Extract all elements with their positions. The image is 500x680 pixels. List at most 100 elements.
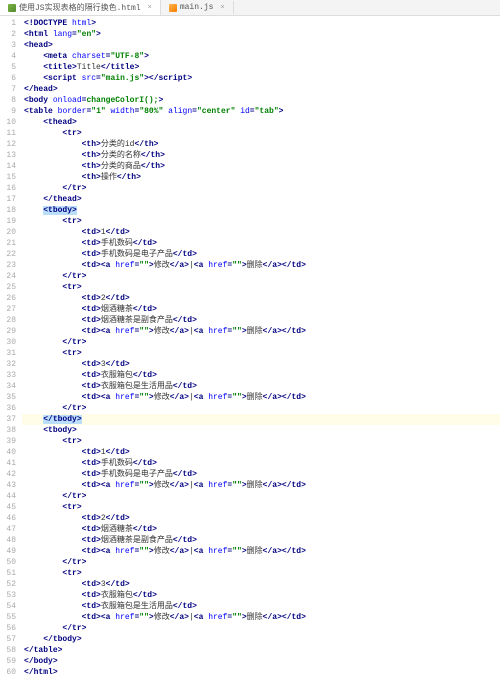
line-number: 19 — [2, 216, 16, 227]
line-number: 40 — [2, 447, 16, 458]
line-number: 33 — [2, 370, 16, 381]
code-line[interactable]: <td>烟酒糖茶是副食产品</td> — [22, 535, 500, 546]
code-line[interactable]: <tbody> — [22, 425, 500, 436]
code-line[interactable]: <!DOCTYPE html> — [22, 18, 500, 29]
code-line[interactable]: </table> — [22, 645, 500, 656]
line-number: 5 — [2, 62, 16, 73]
line-number: 35 — [2, 392, 16, 403]
code-line[interactable]: <td><a href="">修改</a>|<a href="">删除</a><… — [22, 260, 500, 271]
code-line[interactable]: </tr> — [22, 337, 500, 348]
close-icon[interactable]: × — [148, 4, 152, 12]
line-number: 22 — [2, 249, 16, 260]
line-number: 15 — [2, 172, 16, 183]
code-line[interactable]: <tr> — [22, 216, 500, 227]
line-number: 59 — [2, 656, 16, 667]
code-line[interactable]: <body onload=changeColorI();> — [22, 95, 500, 106]
code-line[interactable]: <html lang="en"> — [22, 29, 500, 40]
line-number: 44 — [2, 491, 16, 502]
code-line[interactable]: <title>Title</title> — [22, 62, 500, 73]
line-number: 38 — [2, 425, 16, 436]
code-line[interactable]: <td>衣服箱包是生活用品</td> — [22, 381, 500, 392]
line-number: 25 — [2, 282, 16, 293]
code-line[interactable]: <td>烟酒糖茶是副食产品</td> — [22, 315, 500, 326]
code-line[interactable]: <tr> — [22, 128, 500, 139]
code-line[interactable]: <td><a href="">修改</a>|<a href="">删除</a><… — [22, 392, 500, 403]
code-line[interactable]: <thead> — [22, 117, 500, 128]
line-number: 54 — [2, 601, 16, 612]
code-line[interactable]: <script src="main.js"></script> — [22, 73, 500, 84]
line-number: 20 — [2, 227, 16, 238]
line-number-gutter: 1234567891011121314151617181920212223242… — [0, 16, 22, 680]
line-number: 9 — [2, 106, 16, 117]
code-line[interactable]: </tbody> — [22, 414, 500, 425]
line-number: 31 — [2, 348, 16, 359]
code-line[interactable]: <tr> — [22, 568, 500, 579]
code-line[interactable]: </html> — [22, 667, 500, 678]
line-number: 42 — [2, 469, 16, 480]
code-line[interactable]: </head> — [22, 84, 500, 95]
code-line[interactable]: </tr> — [22, 271, 500, 282]
tab-html-file[interactable]: 使用JS实现表格的隔行换色.html × — [0, 0, 161, 15]
code-line[interactable]: <tr> — [22, 282, 500, 293]
code-line[interactable]: <td>手机数码</td> — [22, 238, 500, 249]
code-line[interactable]: <tr> — [22, 502, 500, 513]
code-line[interactable]: <td>衣服箱包</td> — [22, 370, 500, 381]
code-editor[interactable]: 1234567891011121314151617181920212223242… — [0, 16, 500, 680]
code-line[interactable]: <td>手机数码</td> — [22, 458, 500, 469]
code-line[interactable]: <tbody> — [22, 205, 500, 216]
line-number: 39 — [2, 436, 16, 447]
code-line[interactable]: <td>衣服箱包</td> — [22, 590, 500, 601]
line-number: 56 — [2, 623, 16, 634]
code-line[interactable]: <td><a href="">修改</a>|<a href="">删除</a><… — [22, 480, 500, 491]
line-number: 28 — [2, 315, 16, 326]
code-line[interactable]: <th>分类的商品</th> — [22, 161, 500, 172]
line-number: 13 — [2, 150, 16, 161]
code-line[interactable]: <td>1</td> — [22, 447, 500, 458]
code-line[interactable]: <th>分类的名称</th> — [22, 150, 500, 161]
line-number: 52 — [2, 579, 16, 590]
code-line[interactable]: </body> — [22, 656, 500, 667]
editor-tabs: 使用JS实现表格的隔行换色.html × main.js × — [0, 0, 500, 16]
code-line[interactable]: </tr> — [22, 183, 500, 194]
code-line[interactable]: </tbody> — [22, 634, 500, 645]
code-line[interactable]: <td>手机数码是电子产品</td> — [22, 249, 500, 260]
code-line[interactable]: <td>1</td> — [22, 227, 500, 238]
code-line[interactable]: <td>3</td> — [22, 359, 500, 370]
line-number: 29 — [2, 326, 16, 337]
line-number: 16 — [2, 183, 16, 194]
code-line[interactable]: <td><a href="">修改</a>|<a href="">删除</a><… — [22, 546, 500, 557]
code-line[interactable]: </tr> — [22, 403, 500, 414]
code-line[interactable]: <td>3</td> — [22, 579, 500, 590]
code-line[interactable]: <td>衣服箱包是生活用品</td> — [22, 601, 500, 612]
line-number: 50 — [2, 557, 16, 568]
close-icon[interactable]: × — [220, 4, 224, 12]
code-line[interactable]: <td><a href="">修改</a>|<a href="">删除</a><… — [22, 612, 500, 623]
code-line[interactable]: </tr> — [22, 491, 500, 502]
line-number: 58 — [2, 645, 16, 656]
code-line[interactable]: <th>分类的id</th> — [22, 139, 500, 150]
code-line[interactable]: <td>烟酒糖茶</td> — [22, 524, 500, 535]
code-line[interactable]: <td>2</td> — [22, 293, 500, 304]
code-line[interactable]: <td><a href="">修改</a>|<a href="">删除</a><… — [22, 326, 500, 337]
js-file-icon — [169, 4, 177, 12]
code-line[interactable]: <meta charset="UTF-8"> — [22, 51, 500, 62]
code-line[interactable]: </tr> — [22, 557, 500, 568]
line-number: 23 — [2, 260, 16, 271]
line-number: 51 — [2, 568, 16, 579]
line-number: 48 — [2, 535, 16, 546]
code-line[interactable]: <tr> — [22, 436, 500, 447]
code-line[interactable]: <td>烟酒糖茶</td> — [22, 304, 500, 315]
line-number: 47 — [2, 524, 16, 535]
code-line[interactable]: </thead> — [22, 194, 500, 205]
code-line[interactable]: </tr> — [22, 623, 500, 634]
tab-js-file[interactable]: main.js × — [161, 1, 234, 14]
code-line[interactable]: <th>操作</th> — [22, 172, 500, 183]
line-number: 12 — [2, 139, 16, 150]
code-line[interactable]: <td>手机数码是电子产品</td> — [22, 469, 500, 480]
code-area[interactable]: <!DOCTYPE html><html lang="en"><head> <m… — [22, 16, 500, 680]
code-line[interactable]: <table border="1" width="80%" align="cen… — [22, 106, 500, 117]
tab-label: 使用JS实现表格的隔行换色.html — [19, 2, 141, 13]
code-line[interactable]: <head> — [22, 40, 500, 51]
code-line[interactable]: <td>2</td> — [22, 513, 500, 524]
code-line[interactable]: <tr> — [22, 348, 500, 359]
